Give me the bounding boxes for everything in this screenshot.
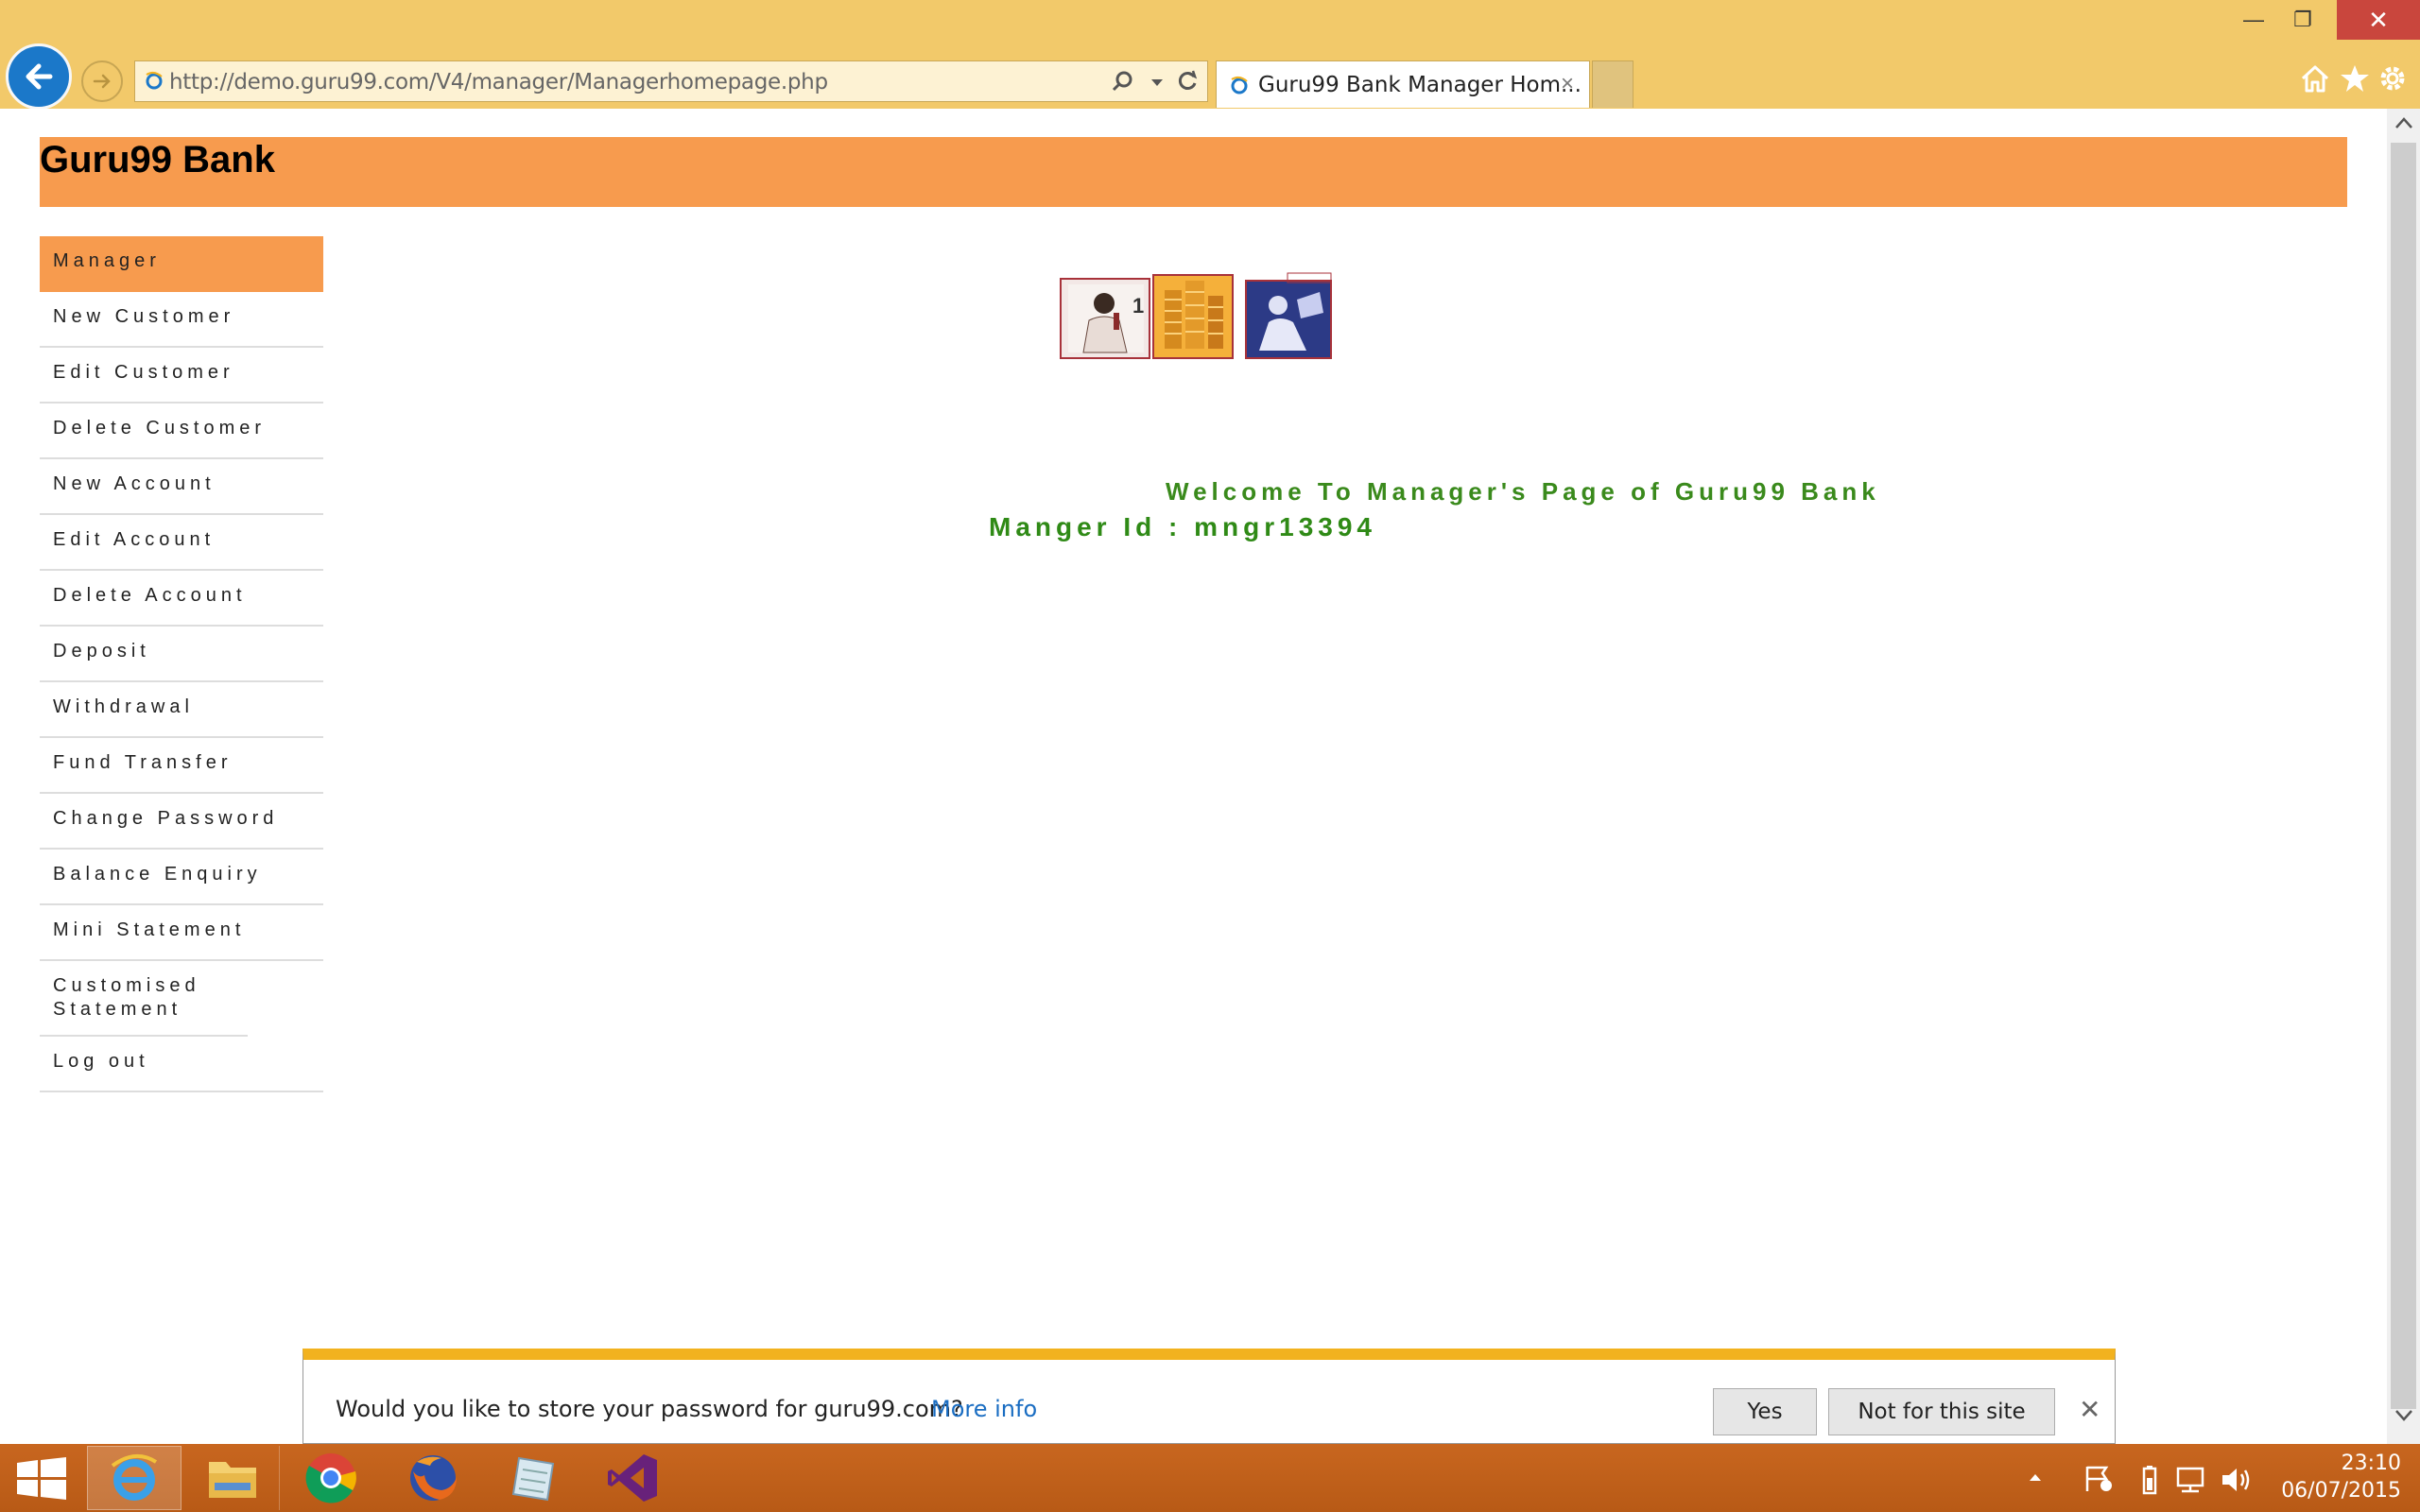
scroll-thumb[interactable] <box>2391 143 2416 1409</box>
scroll-down-icon[interactable] <box>2394 1409 2413 1422</box>
menu-item-deposit[interactable]: Deposit <box>40 627 323 682</box>
windows-taskbar: 23:10 06/07/2015 <box>0 1444 2420 1512</box>
password-notification-bar: Would you like to store your password fo… <box>302 1349 2116 1444</box>
taskbar-file-explorer[interactable] <box>185 1446 280 1510</box>
notification-message: Would you like to store your password fo… <box>336 1396 963 1422</box>
address-bar[interactable]: http://demo.guru99.com/V4/manager/Manage… <box>134 60 1208 102</box>
internet-explorer-icon <box>111 1454 158 1501</box>
page-scrollbar[interactable] <box>2387 109 2420 1444</box>
menu-item-manager[interactable]: Manager <box>40 236 323 292</box>
back-arrow-icon <box>26 63 53 90</box>
tray-clock[interactable]: 23:10 06/07/2015 <box>2250 1450 2401 1504</box>
scroll-up-icon[interactable] <box>2394 116 2413 129</box>
tray-date: 06/07/2015 <box>2281 1479 2401 1503</box>
gear-icon[interactable] <box>2377 62 2409 94</box>
star-icon[interactable] <box>2339 62 2371 94</box>
taskbar-firefox[interactable] <box>386 1446 480 1510</box>
menu-item-fund-transfer[interactable]: Fund Transfer <box>40 738 323 794</box>
menu-item-balance-enquiry[interactable]: Balance Enquiry <box>40 850 323 905</box>
banner-image-coins <box>1152 274 1234 359</box>
browser-chrome: — ❐ ✕ http://demo.guru99.com/V4/manager/… <box>0 0 2420 110</box>
folder-icon <box>208 1462 256 1498</box>
windows-start-icon[interactable] <box>13 1457 70 1501</box>
site-title: Guru99 Bank <box>40 139 275 180</box>
ie-page-icon <box>146 71 163 90</box>
notepad-icon <box>511 1456 555 1502</box>
menu-item-log-out[interactable]: Log out <box>40 1037 323 1092</box>
search-icon[interactable] <box>1111 69 1135 94</box>
tab-guru99[interactable]: Guru99 Bank Manager Hom... × <box>1216 60 1590 108</box>
ie-page-icon <box>1231 76 1248 94</box>
refresh-icon[interactable] <box>1175 69 1200 94</box>
manager-id-label: Manger Id : mngr13394 <box>989 512 1376 541</box>
menu-item-mini-statement[interactable]: Mini Statement <box>40 905 323 961</box>
tab-title: Guru99 Bank Manager Hom... <box>1258 73 1582 97</box>
firefox-icon <box>410 1455 457 1501</box>
yes-button[interactable]: Yes <box>1713 1388 1817 1435</box>
more-info-link[interactable]: More info <box>931 1396 1037 1422</box>
menu-item-delete-customer[interactable]: Delete Customer <box>40 404 323 459</box>
tab-close-icon[interactable]: × <box>1561 71 1574 97</box>
tray-show-hidden-icon[interactable] <box>2029 1472 2042 1482</box>
chevron-down-icon[interactable] <box>1150 78 1164 88</box>
menu-item-customised-statement[interactable]: Customised Statement <box>40 961 248 1037</box>
menu-item-new-account[interactable]: New Account <box>40 459 323 515</box>
site-header: Guru99 Bank <box>40 137 2347 207</box>
menu-item-edit-account[interactable]: Edit Account <box>40 515 323 571</box>
restore-button[interactable]: ❐ <box>2271 0 2335 40</box>
back-button[interactable] <box>6 43 72 110</box>
sidebar-menu: Manager New Customer Edit Customer Delet… <box>40 236 323 1092</box>
new-tab-button[interactable] <box>1592 60 1634 108</box>
menu-item-edit-customer[interactable]: Edit Customer <box>40 348 323 404</box>
forward-arrow-icon <box>93 74 111 89</box>
page-content: Guru99 Bank Manager New Customer Edit Cu… <box>0 109 2387 1444</box>
banner-image-businessman: 1 <box>1060 278 1150 359</box>
action-center-flag-icon[interactable] <box>2083 1465 2116 1493</box>
forward-button[interactable] <box>81 60 123 102</box>
taskbar-visual-studio[interactable] <box>586 1446 681 1510</box>
menu-item-change-password[interactable]: Change Password <box>40 794 323 850</box>
bank-banner-images: 1 <box>1060 272 1332 359</box>
network-icon[interactable] <box>2174 1465 2206 1495</box>
menu-item-delete-account[interactable]: Delete Account <box>40 571 323 627</box>
banner-image-woman <box>1245 272 1332 359</box>
taskbar-chrome[interactable] <box>284 1446 378 1510</box>
not-for-this-site-button[interactable]: Not for this site <box>1828 1388 2055 1435</box>
home-icon[interactable] <box>2299 62 2331 94</box>
battery-icon[interactable] <box>2140 1465 2159 1495</box>
close-window-button[interactable]: ✕ <box>2337 0 2420 40</box>
address-url[interactable]: http://demo.guru99.com/V4/manager/Manage… <box>169 70 828 94</box>
tray-time: 23:10 <box>2341 1452 2401 1475</box>
welcome-message: Welcome To Manager's Page of Guru99 Bank <box>1166 477 1880 506</box>
svg-text:1: 1 <box>1132 294 1144 318</box>
taskbar-notes[interactable] <box>486 1446 580 1510</box>
chrome-icon <box>305 1453 356 1503</box>
visual-studio-icon <box>608 1454 657 1502</box>
notification-close-icon[interactable]: ✕ <box>2079 1394 2100 1425</box>
menu-item-new-customer[interactable]: New Customer <box>40 292 323 348</box>
taskbar-internet-explorer[interactable] <box>87 1446 182 1510</box>
volume-icon[interactable] <box>2220 1465 2254 1495</box>
menu-item-withdrawal[interactable]: Withdrawal <box>40 682 323 738</box>
